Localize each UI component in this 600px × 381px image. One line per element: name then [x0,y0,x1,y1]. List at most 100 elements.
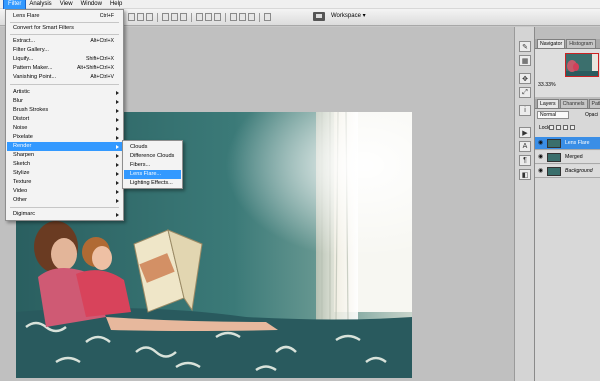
eye-icon[interactable]: ◉ [538,154,545,160]
menu-item-render[interactable]: Render [7,142,122,151]
clone-source-icon[interactable]: ✥ [519,73,531,84]
menu-item-blur[interactable]: Blur [7,97,122,106]
menu-item-label: Difference Clouds [130,153,175,159]
menu-help[interactable]: Help [106,0,126,9]
menu-item-label: Pixelate [13,134,33,140]
tab-navigator[interactable]: Navigator [537,39,566,48]
brushes-icon[interactable]: ✎ [519,41,531,52]
menu-item-filter-gallery[interactable]: Filter Gallery... [7,46,122,55]
styles-icon[interactable]: ◧ [519,169,531,180]
menu-item-video[interactable]: Video [7,187,122,196]
divider [259,13,260,22]
transform-controls-group [128,13,271,22]
menu-item-label: Stylize [13,170,30,176]
menu-item-pixelate[interactable]: Pixelate [7,133,122,142]
opacity-label: Opaci [585,112,599,118]
tab-histogram[interactable]: Histogram [566,39,596,48]
eye-icon[interactable]: ◉ [538,140,545,146]
workspace-label: Workspace [331,13,361,19]
workspace-button[interactable]: Workspace ▾ [331,12,366,21]
menu-analysis[interactable]: Analysis [25,0,55,9]
layer-name: Lens Flare [565,140,590,146]
navigator-zoom-value[interactable]: 33.33% [538,82,556,88]
layer-thumbnail [547,167,561,176]
distribute-middle-icon[interactable] [205,13,212,21]
lock-transparent-icon[interactable] [549,125,554,130]
menu-item-vanishing-point[interactable]: Vanishing Point... Alt+Ctrl+V [7,73,122,82]
menu-item-shortcut: Shift+Ctrl+X [86,56,114,62]
distribute-bottom-icon[interactable] [214,13,221,21]
layer-row-background[interactable]: ◉ Background [535,165,600,178]
menu-item-convert-smart-filters[interactable]: Convert for Smart Filters [7,24,122,33]
menu-item-sharpen[interactable]: Sharpen [7,151,122,160]
layer-thumbnail [547,153,561,162]
tool-presets-icon[interactable]: ▦ [519,55,531,66]
layer-row-merged[interactable]: ◉ Merged [535,151,600,164]
submenu-item-lens-flare[interactable]: Lens Flare... [124,170,181,179]
lock-position-icon[interactable] [563,125,568,130]
menu-item-artistic[interactable]: Artistic [7,88,122,97]
layer-row-lens-flare[interactable]: ◉ Lens Flare [535,137,600,150]
menu-item-last-filter[interactable]: Lens Flare Ctrl+F [7,12,122,21]
align-top-icon[interactable] [128,13,135,21]
menu-separator [10,84,119,85]
submenu-item-clouds[interactable]: Clouds [124,143,181,152]
eye-icon[interactable]: ◉ [538,168,545,174]
character-icon[interactable]: A [519,141,531,152]
menu-item-digimarc[interactable]: Digimarc [7,210,122,219]
distribute-center-icon[interactable] [239,13,246,21]
submenu-arrow-icon [116,190,119,194]
menu-item-label: Render [13,143,32,149]
tab-channels[interactable]: Channels [559,99,588,108]
menu-item-label: Other [13,197,27,203]
layer-thumbnail [547,139,561,148]
tab-paths[interactable]: Paths [588,99,600,108]
lock-all-icon[interactable] [570,125,575,130]
menu-item-sketch[interactable]: Sketch [7,160,122,169]
navigator-tabs: Navigator Histogram [535,39,600,49]
submenu-item-fibers[interactable]: Fibers... [124,161,181,170]
info-icon[interactable]: i [519,105,531,116]
distribute-top-icon[interactable] [196,13,203,21]
align-left-icon[interactable] [162,13,169,21]
blend-mode-select[interactable]: Normal [537,111,569,119]
menu-item-label: Vanishing Point... [13,74,57,80]
menu-item-stylize[interactable]: Stylize [7,169,122,178]
menu-item-label: Convert for Smart Filters [13,25,74,31]
align-middle-icon[interactable] [137,13,144,21]
distribute-right-icon[interactable] [248,13,255,21]
actions-icon[interactable]: ▶ [519,127,531,138]
workspace-icon[interactable] [313,12,325,21]
auto-align-icon[interactable] [264,13,271,21]
align-right-icon[interactable] [180,13,187,21]
menu-item-label: Distort [13,116,30,122]
menu-item-label: Lens Flare... [130,171,162,177]
menu-item-other[interactable]: Other [7,196,122,205]
panel-icon-strip: ✎ ▦ ✥ ⤢ i ▶ A ¶ ◧ [514,27,534,381]
align-bottom-icon[interactable] [146,13,153,21]
menu-filter[interactable]: Filter [2,0,27,10]
render-submenu: Clouds Difference Clouds Fibers... Lens … [122,140,183,189]
distribute-left-icon[interactable] [230,13,237,21]
menu-item-distort[interactable]: Distort [7,115,122,124]
menu-item-brush-strokes[interactable]: Brush Strokes [7,106,122,115]
history-icon[interactable]: ⤢ [519,87,531,98]
submenu-item-difference-clouds[interactable]: Difference Clouds [124,152,181,161]
menu-item-liquify[interactable]: Liquify... Shift+Ctrl+X [7,55,122,64]
submenu-arrow-icon [116,100,119,104]
align-center-icon[interactable] [171,13,178,21]
paragraph-icon[interactable]: ¶ [519,155,531,166]
menu-item-pattern-maker[interactable]: Pattern Maker... Alt+Shift+Ctrl+X [7,64,122,73]
layers-panel: Normal Opaci Lock: ◉ Lens Flare ◉ Merged… [535,109,600,381]
submenu-arrow-icon [116,154,119,158]
menu-window[interactable]: Window [77,0,106,9]
menu-item-extract[interactable]: Extract... Alt+Ctrl+X [7,37,122,46]
menu-item-texture[interactable]: Texture [7,178,122,187]
submenu-arrow-icon [116,118,119,122]
menu-item-noise[interactable]: Noise [7,124,122,133]
lock-image-icon[interactable] [556,125,561,130]
menu-view[interactable]: View [56,0,77,9]
tab-layers[interactable]: Layers [537,99,559,108]
navigator-thumbnail[interactable] [565,53,599,77]
submenu-item-lighting-effects[interactable]: Lighting Effects... [124,179,181,188]
